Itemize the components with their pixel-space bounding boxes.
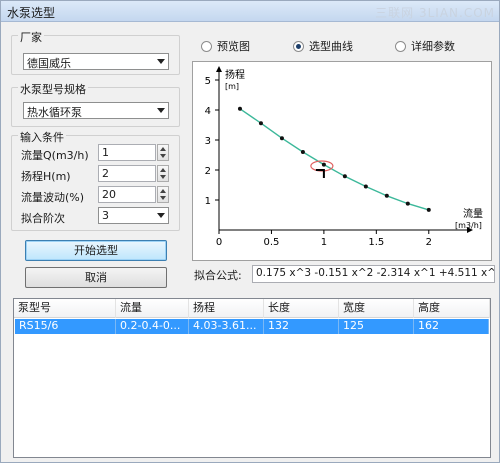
chevron-down-icon — [157, 108, 165, 113]
details-radio-label: 详细参数 — [411, 40, 455, 53]
cell-height: 162 — [414, 319, 489, 334]
cell-length: 132 — [264, 319, 339, 334]
x-axis-unit: [m3/h] — [455, 221, 482, 230]
pump-model-label: 水泵型号规格 — [18, 81, 88, 97]
column-header-flow[interactable]: 流量 — [116, 299, 189, 318]
cell-model: RS15/6 — [15, 319, 116, 334]
fit-order-select[interactable]: 3 — [98, 207, 169, 224]
column-header-head[interactable]: 扬程 — [189, 299, 264, 318]
chevron-down-icon — [157, 213, 165, 218]
flow-stepper[interactable] — [157, 144, 169, 161]
x-tick-label: 1.5 — [368, 237, 384, 248]
column-header-width[interactable]: 宽度 — [339, 299, 414, 318]
fit-order-label: 拟合阶次 — [21, 212, 65, 225]
y-tick-label: 3 — [205, 136, 211, 147]
manufacturer-label: 厂家 — [18, 29, 44, 45]
column-header-height[interactable]: 高度 — [414, 299, 490, 318]
curve-point — [279, 136, 284, 141]
head-label: 扬程H(m) — [21, 170, 71, 183]
cell-width: 125 — [339, 319, 414, 334]
chevron-down-icon — [157, 59, 165, 64]
curve-point — [426, 207, 431, 212]
curve-point — [321, 162, 326, 167]
y-tick-label: 4 — [205, 106, 211, 117]
preview-radio[interactable]: 预览图 — [201, 38, 250, 54]
curve-radio[interactable]: 选型曲线 — [293, 38, 353, 54]
curve-point — [405, 201, 410, 206]
title-bar: 水泵选型 三联网 3LIAN.COM — [1, 1, 499, 22]
pump-selection-window: 水泵选型 三联网 3LIAN.COM 厂家 德国威乐 水泵型号规格 热水循环泵 … — [0, 0, 500, 463]
curve-point — [258, 121, 263, 126]
pump-model-select[interactable]: 热水循环泵 — [23, 102, 169, 119]
pump-curve-chart: 0 0.5 1 1.5 2 1 2 3 4 5 扬程[m] 流量[m3/h] — [205, 66, 483, 248]
preview-radio-label: 预览图 — [217, 40, 250, 53]
results-table: 泵型号 流量 扬程 长度 宽度 高度 RS15/6 0.2-0.4-0... 4… — [13, 298, 491, 458]
fluctuation-label: 流量波动(%) — [21, 191, 85, 204]
window-title: 水泵选型 — [7, 6, 56, 20]
column-header-length[interactable]: 长度 — [264, 299, 339, 318]
column-header-model[interactable]: 泵型号 — [14, 299, 116, 318]
radio-indicator — [201, 40, 212, 52]
start-selection-button[interactable]: 开始选型 — [25, 240, 167, 261]
flow-label: 流量Q(m3/h) — [21, 149, 89, 162]
x-tick-label: 1 — [321, 237, 327, 248]
formula-field: 0.175 x^3 -0.151 x^2 -2.314 x^1 +4.511 x… — [252, 265, 495, 283]
details-radio[interactable]: 详细参数 — [395, 38, 455, 54]
y-tick-label: 2 — [205, 166, 211, 177]
formula-label: 拟合公式: — [194, 269, 242, 282]
curve-radio-label: 选型曲线 — [309, 40, 353, 53]
y-tick-label: 5 — [205, 76, 211, 87]
curve-point — [363, 184, 368, 189]
cancel-button[interactable]: 取消 — [25, 267, 167, 288]
y-axis-unit: [m] — [225, 82, 239, 91]
x-tick-label: 2 — [426, 237, 432, 248]
curve-point — [384, 193, 389, 198]
head-input[interactable]: 2 — [98, 165, 156, 182]
manufacturer-select[interactable]: 德国威乐 — [23, 53, 169, 70]
pump-model-value: 热水循环泵 — [27, 106, 82, 119]
table-header: 泵型号 流量 扬程 长度 宽度 高度 — [14, 299, 490, 318]
fluctuation-stepper[interactable] — [157, 186, 169, 203]
x-axis-label: 流量 — [463, 207, 483, 220]
y-tick-label: 1 — [205, 196, 211, 207]
radio-indicator-checked — [293, 40, 304, 52]
fluctuation-input[interactable]: 20 — [98, 186, 156, 203]
cell-head: 4.03-3.61... — [189, 319, 264, 334]
fit-order-value: 3 — [102, 209, 109, 222]
curve-chart-panel: 0 0.5 1 1.5 2 1 2 3 4 5 扬程 [m] 流量 [m3/h] — [192, 61, 492, 261]
curve-point — [300, 150, 305, 154]
cell-flow: 0.2-0.4-0... — [116, 319, 189, 334]
curve-point — [342, 174, 347, 179]
curve-point — [237, 106, 242, 111]
pump-curve-line — [239, 108, 429, 211]
flow-input[interactable]: 1 — [98, 144, 156, 161]
y-axis-arrow-icon — [216, 66, 222, 72]
y-axis-label: 扬程 — [225, 68, 245, 81]
watermark: 三联网 3LIAN.COM — [375, 6, 495, 20]
input-conditions-label: 输入条件 — [18, 129, 66, 145]
manufacturer-value: 德国威乐 — [27, 57, 71, 70]
x-tick-label: 0 — [216, 237, 222, 248]
x-tick-label: 0.5 — [263, 237, 279, 248]
radio-indicator — [395, 40, 406, 52]
table-row[interactable]: RS15/6 0.2-0.4-0... 4.03-3.61... 132 125… — [15, 319, 489, 334]
head-stepper[interactable] — [157, 165, 169, 182]
